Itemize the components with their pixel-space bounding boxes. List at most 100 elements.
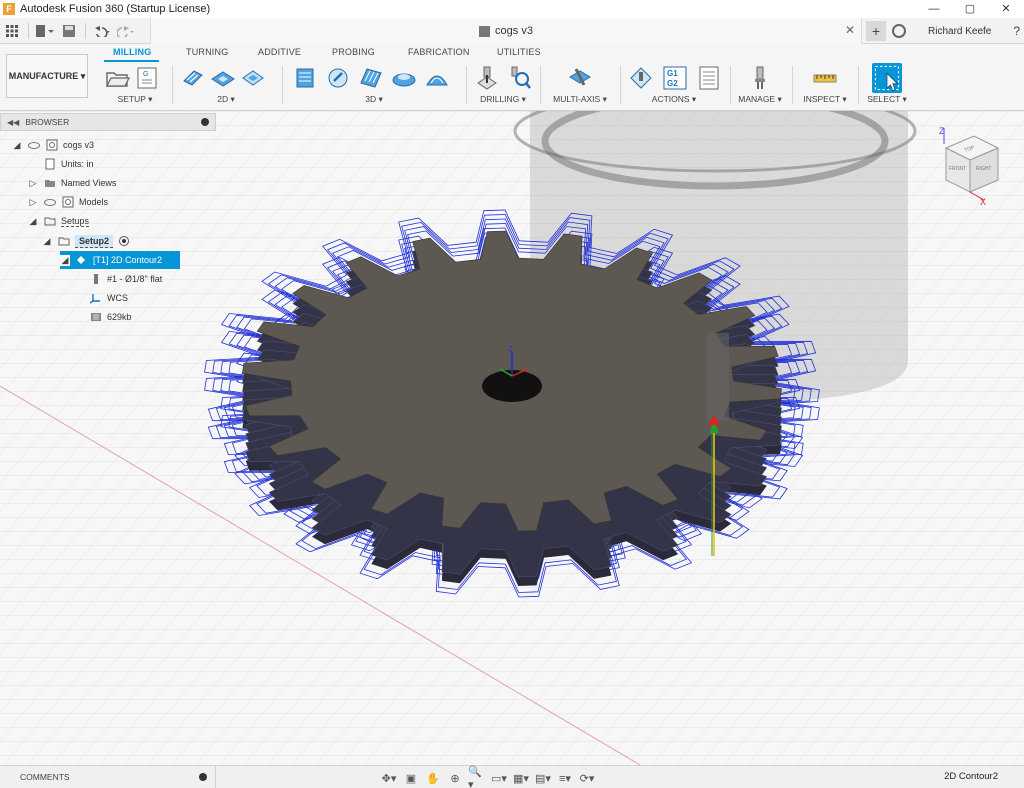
quick-access-bar: cogs v3 ✕ + Richard Keefe ?	[0, 18, 1024, 44]
tree-item-tool[interactable]: #1 - Ø1/8" flat	[90, 270, 162, 288]
pan-hand-icon[interactable]: ✋	[424, 770, 442, 786]
redo-icon[interactable]	[114, 20, 138, 42]
divider	[282, 66, 283, 104]
tree-item-models[interactable]: ▷ Models	[28, 193, 108, 211]
tree-label: 629kb	[107, 312, 132, 322]
orbit-icon[interactable]: ✥▾	[380, 770, 398, 786]
select-cursor-icon[interactable]	[872, 63, 902, 93]
tree-item-units[interactable]: Units: in	[28, 155, 94, 173]
expand-triangle-icon[interactable]: ▷	[28, 178, 38, 189]
tree-item-setups[interactable]: ◢ Setups	[28, 212, 90, 230]
tab-probing[interactable]: PROBING	[332, 47, 375, 57]
expand-triangle-icon[interactable]: ◢	[60, 254, 70, 266]
simulate-icon[interactable]	[628, 65, 654, 91]
expand-triangle-icon[interactable]: ◢	[42, 236, 52, 247]
2d-face-icon[interactable]	[240, 65, 266, 91]
select-group-label[interactable]: SELECT ▾	[860, 94, 914, 105]
2d-pocket-icon[interactable]	[210, 65, 236, 91]
tab-utilities[interactable]: UTILITIES	[497, 47, 541, 57]
tool-library-icon[interactable]	[747, 65, 773, 91]
multi-axis-group-label[interactable]: MULTI-AXIS ▾	[544, 94, 616, 105]
tab-fabrication[interactable]: FABRICATION	[408, 47, 470, 57]
3d-scallop-icon[interactable]	[424, 65, 450, 91]
tree-item-setup2[interactable]: ◢ Setup2	[42, 232, 130, 250]
3d-group: 3D ▾	[288, 62, 460, 111]
comments-panel[interactable]: COMMENTS	[0, 766, 216, 788]
multi-axis-contour-icon[interactable]	[567, 65, 593, 91]
measure-icon[interactable]	[812, 65, 838, 91]
grid-settings-icon[interactable]: ▦▾	[512, 770, 530, 786]
toolpath-ring	[228, 223, 796, 539]
view-cube[interactable]: Z TOP FRONT RIGHT X	[934, 126, 1004, 207]
expand-triangle-icon[interactable]: ◢	[12, 140, 22, 151]
visibility-eye-icon[interactable]	[44, 198, 56, 206]
active-setup-radio-icon[interactable]	[119, 236, 130, 246]
select-group: SELECT ▾	[860, 62, 914, 111]
3d-pocket-icon[interactable]	[325, 65, 351, 91]
toolbar-ribbon: MANUFACTURE ▾ MILLING TURNING ADDITIVE P…	[0, 44, 1024, 111]
2d-group-label[interactable]: 2D ▾	[176, 94, 276, 105]
tab-additive[interactable]: ADDITIVE	[258, 47, 301, 57]
fit-icon[interactable]: 🔍▾	[468, 766, 486, 788]
tree-item-2d-contour[interactable]: ◢ [T1] 2D Contour2	[60, 251, 180, 269]
z-axis-label: Z	[939, 126, 945, 136]
viewports-icon[interactable]: ▤▾	[534, 770, 552, 786]
data-panel-grid-icon[interactable]	[0, 20, 24, 42]
look-at-icon[interactable]: ▣	[402, 770, 420, 786]
operation-icon	[77, 256, 85, 264]
tab-milling[interactable]: MILLING	[113, 47, 151, 57]
user-name[interactable]: Richard Keefe	[928, 26, 991, 37]
display-settings-icon[interactable]: ▭▾	[490, 770, 508, 786]
post-process-icon[interactable]: G	[134, 65, 160, 91]
3d-parallel-icon[interactable]	[358, 65, 384, 91]
maximize-button[interactable]: ▢	[952, 0, 988, 18]
3d-contour-icon[interactable]	[391, 65, 417, 91]
close-window-button[interactable]: ✕	[988, 0, 1024, 18]
refresh-icon[interactable]: ⟳▾	[578, 770, 596, 786]
tree-item-wcs[interactable]: WCS	[90, 289, 128, 307]
manage-group-label[interactable]: MANAGE ▾	[734, 94, 786, 105]
pin-icon[interactable]	[199, 773, 207, 781]
3d-group-label[interactable]: 3D ▾	[288, 94, 460, 105]
close-tab-icon[interactable]: ✕	[845, 23, 855, 37]
file-menu-icon[interactable]	[33, 20, 57, 42]
zoom-icon[interactable]: ⊕	[446, 770, 464, 786]
endmill-icon	[94, 274, 98, 284]
undo-icon[interactable]	[90, 20, 114, 42]
actions-group-label[interactable]: ACTIONS ▾	[624, 94, 724, 105]
job-status-icon[interactable]	[892, 24, 906, 38]
hole-recognition-icon[interactable]	[506, 65, 532, 91]
pin-icon[interactable]	[201, 118, 209, 126]
drill-icon[interactable]	[474, 65, 500, 91]
post-process-gcode-icon[interactable]: G1G2	[662, 65, 688, 91]
2d-adaptive-icon[interactable]	[180, 65, 206, 91]
toolpath-display-icon[interactable]: ≡▾	[556, 770, 574, 786]
tree-item-document[interactable]: ◢ cogs v3	[12, 136, 94, 154]
new-setup-folder-icon[interactable]	[104, 65, 130, 91]
setup-sheet-icon[interactable]	[696, 65, 722, 91]
expand-triangle-icon[interactable]: ◢	[28, 216, 38, 227]
inspect-group-label[interactable]: INSPECT ▾	[796, 94, 854, 105]
save-icon[interactable]	[57, 20, 81, 42]
help-icon[interactable]: ?	[1013, 24, 1020, 38]
collapse-caret-icon[interactable]: ◀◀	[7, 118, 19, 127]
gear-center-hole	[482, 370, 542, 402]
expand-triangle-icon[interactable]: ▷	[28, 197, 38, 208]
bottom-bar: COMMENTS ✥▾ ▣ ✋ ⊕ 🔍▾ ▭▾ ▦▾ ▤▾ ≡▾ ⟳▾ 2D C…	[0, 765, 1024, 788]
minimize-button[interactable]: —	[916, 0, 952, 18]
tree-item-named-views[interactable]: ▷ Named Views	[28, 174, 117, 192]
tree-item-toolpath-size[interactable]: 629kb	[90, 308, 132, 326]
visibility-eye-icon[interactable]	[28, 141, 40, 149]
workspace-switcher[interactable]: MANUFACTURE ▾	[6, 54, 88, 98]
3d-viewport[interactable]: Z	[0, 111, 1024, 765]
tab-turning[interactable]: TURNING	[186, 47, 228, 57]
drilling-group-label[interactable]: DRILLING ▾	[470, 94, 536, 105]
toolpath-ring	[228, 241, 796, 557]
3d-adaptive-icon[interactable]	[292, 65, 318, 91]
viewport-canvas[interactable]: Z	[0, 111, 1024, 765]
setup-group-label[interactable]: SETUP ▾	[100, 94, 170, 105]
browser-panel-header[interactable]: ◀◀ BROWSER	[0, 113, 216, 131]
gear-wall-slice	[242, 276, 782, 578]
new-tab-plus-icon[interactable]: +	[866, 21, 886, 41]
document-tab[interactable]: cogs v3 ✕	[150, 18, 862, 44]
